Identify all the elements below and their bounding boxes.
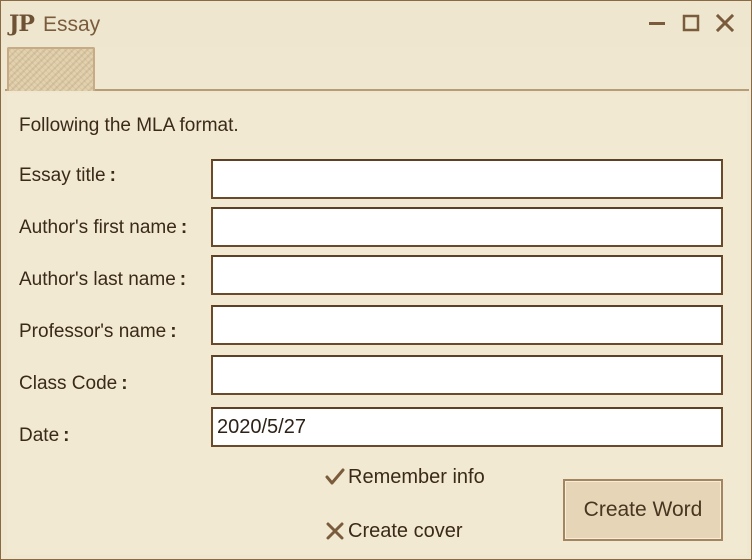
app-logo: JP — [9, 11, 35, 37]
author-first-name-label-text: Author's first name — [19, 217, 177, 238]
class-code-field[interactable] — [211, 355, 723, 395]
author-last-name-label: Author's last name: — [19, 269, 187, 290]
class-code-label: Class Code: — [19, 373, 128, 394]
tab-strip — [5, 47, 749, 91]
author-last-name-field[interactable] — [211, 255, 723, 295]
create-cover-checkbox[interactable]: Create cover — [325, 519, 463, 543]
author-first-name-label: Author's first name: — [19, 217, 188, 238]
essay-window: JP Essay Following the MLA format. Essay… — [0, 0, 752, 560]
tab-main[interactable] — [7, 47, 95, 91]
date-field[interactable] — [211, 407, 723, 447]
form-panel: Following the MLA format. Essay title: A… — [7, 93, 747, 555]
date-label-text: Date — [19, 425, 60, 446]
essay-title-label: Essay title: — [19, 165, 116, 186]
remember-info-label: Remember info — [348, 466, 485, 488]
professor-name-label: Professor's name: — [19, 321, 177, 342]
minimize-icon — [649, 22, 665, 25]
title-bar[interactable]: JP Essay — [1, 1, 751, 47]
author-first-name-field[interactable] — [211, 207, 723, 247]
window-title: Essay — [43, 13, 101, 36]
essay-title-field[interactable] — [211, 159, 723, 199]
create-cover-label: Create cover — [348, 520, 463, 542]
minimize-button[interactable] — [643, 9, 671, 37]
class-code-label-text: Class Code — [19, 373, 118, 394]
create-word-button[interactable]: Create Word — [563, 479, 723, 541]
professor-name-field[interactable] — [211, 305, 723, 345]
remember-info-checkbox[interactable]: Remember info — [325, 465, 485, 489]
maximize-icon — [682, 14, 700, 32]
professor-name-label-text: Professor's name — [19, 321, 167, 342]
format-note: Following the MLA format. — [19, 115, 239, 136]
author-last-name-label-text: Author's last name — [19, 269, 176, 290]
date-label: Date: — [19, 425, 70, 446]
maximize-button[interactable] — [677, 9, 705, 37]
close-button[interactable] — [711, 9, 739, 37]
close-icon — [715, 13, 735, 33]
checkmark-icon — [325, 468, 345, 485]
cross-icon — [326, 522, 344, 540]
essay-title-label-text: Essay title — [19, 165, 106, 186]
